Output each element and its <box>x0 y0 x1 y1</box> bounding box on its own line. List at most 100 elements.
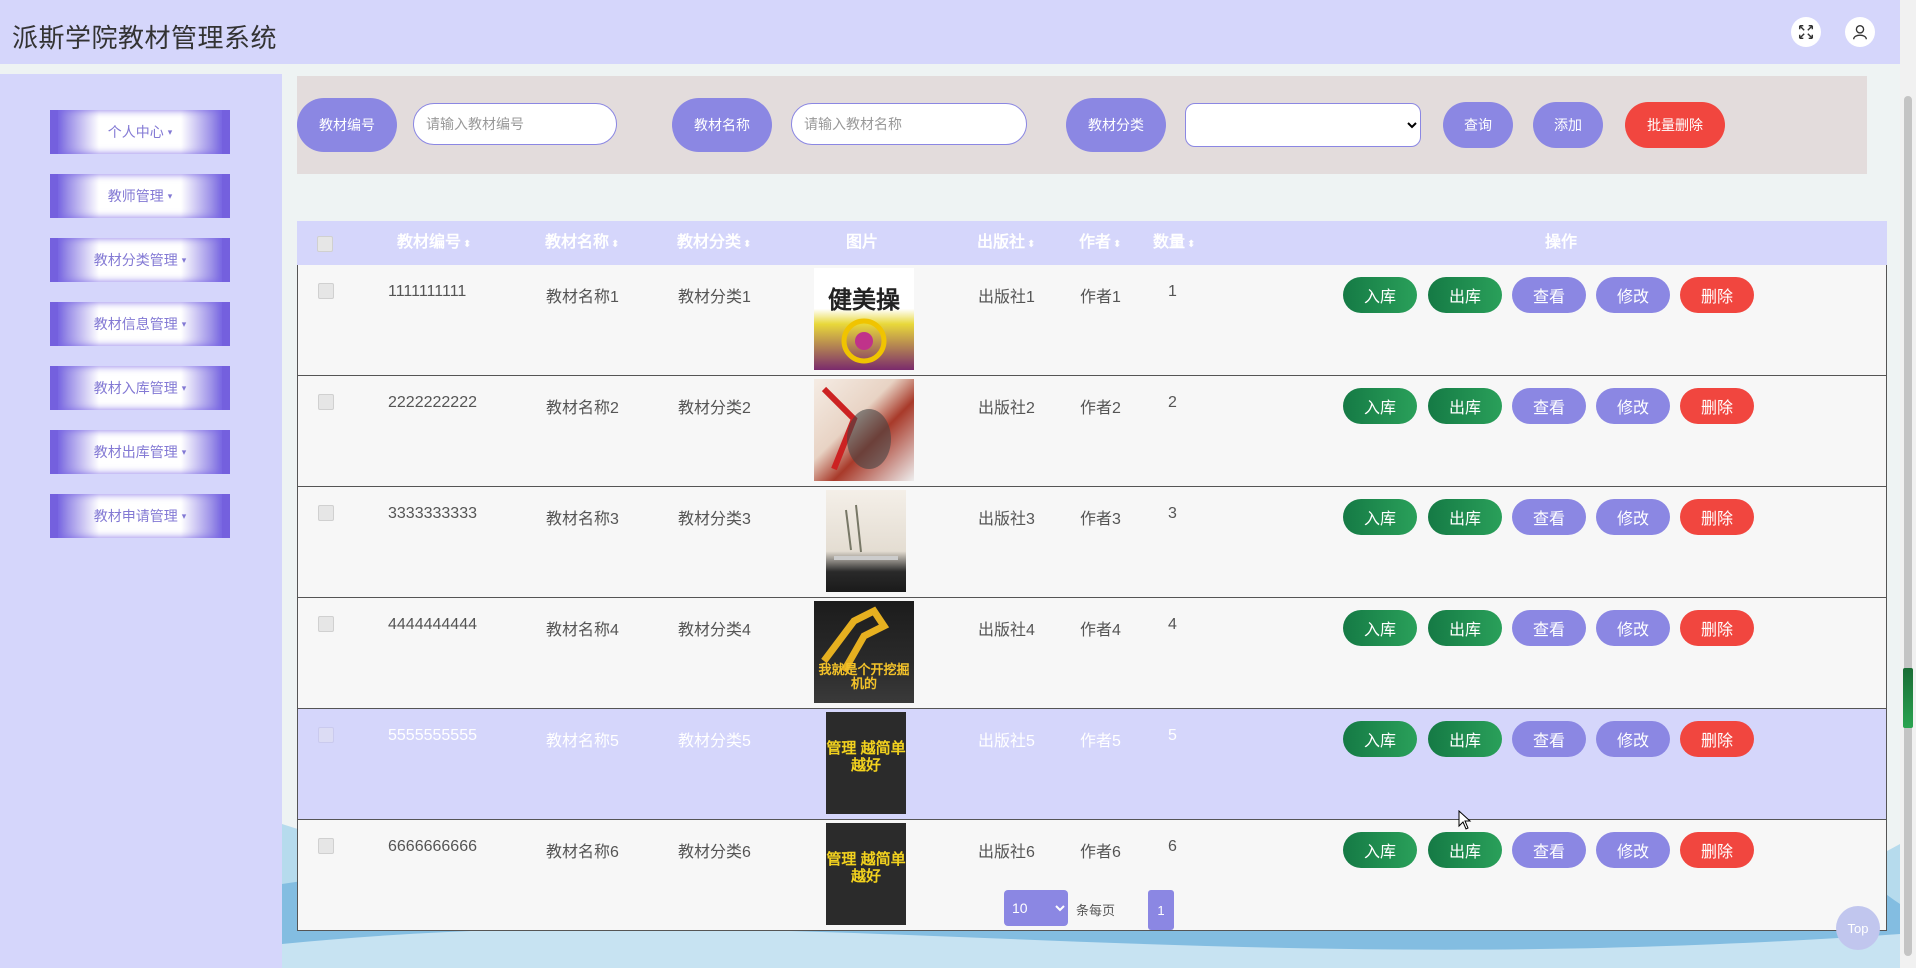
cell-publisher: 出版社6 <box>978 844 1035 861</box>
fullscreen-icon[interactable] <box>1791 17 1821 47</box>
page-size-select[interactable]: 10 <box>1004 890 1068 926</box>
row-checkbox[interactable] <box>318 838 334 854</box>
stock-out-button[interactable]: 出库 <box>1428 721 1502 757</box>
col-header-label: 教材分类 <box>677 234 742 251</box>
select-all-checkbox[interactable] <box>317 236 333 252</box>
delete-button[interactable]: 删除 <box>1680 610 1754 646</box>
stock-out-button[interactable]: 出库 <box>1428 499 1502 535</box>
edit-button[interactable]: 修改 <box>1596 832 1670 868</box>
stock-out-button[interactable]: 出库 <box>1428 832 1502 868</box>
edit-button[interactable]: 修改 <box>1596 610 1670 646</box>
edit-button[interactable]: 修改 <box>1596 277 1670 313</box>
page-number-button[interactable]: 1 <box>1148 890 1174 930</box>
table-row[interactable]: 4444444444 教材名称4 教材分类4 我就是个开挖掘机的 出版社4 作者… <box>297 598 1887 709</box>
col-header-code[interactable]: 教材编号 ⬍ <box>397 221 471 265</box>
sidebar-item-stock-in[interactable]: 教材入库管理 ▾ <box>50 366 230 410</box>
cell-quantity: 4 <box>1168 616 1177 633</box>
table-row[interactable]: 3333333333 教材名称3 教材分类3 出版社3 作者3 3 入库 出库 … <box>297 487 1887 598</box>
delete-button[interactable]: 删除 <box>1680 388 1754 424</box>
sidebar-item-textbook-info[interactable]: 教材信息管理 ▾ <box>50 302 230 346</box>
sort-icon: ⬍ <box>1113 239 1122 250</box>
view-button[interactable]: 查看 <box>1512 721 1586 757</box>
view-button[interactable]: 查看 <box>1512 499 1586 535</box>
add-button[interactable]: 添加 <box>1533 102 1603 148</box>
row-checkbox[interactable] <box>318 616 334 632</box>
scrollbar-thumb[interactable] <box>1904 96 1912 956</box>
stock-out-button[interactable]: 出库 <box>1428 610 1502 646</box>
book-cover-image[interactable]: 健美操 <box>814 268 914 370</box>
user-icon[interactable] <box>1845 17 1875 47</box>
sidebar-item-requests[interactable]: 教材申请管理 ▾ <box>50 494 230 538</box>
edit-button[interactable]: 修改 <box>1596 721 1670 757</box>
col-header-author[interactable]: 作者 ⬍ <box>1079 221 1121 265</box>
book-cover-image[interactable]: 管理 越简单越好 <box>826 823 906 925</box>
category-label: 教材分类 <box>1066 98 1166 152</box>
name-search-input[interactable] <box>791 103 1027 145</box>
category-select[interactable] <box>1185 103 1421 147</box>
batch-delete-button[interactable]: 批量删除 <box>1625 102 1725 148</box>
stock-in-button[interactable]: 入库 <box>1343 499 1417 535</box>
table-row[interactable]: 5555555555 教材名称5 教材分类5 管理 越简单越好 出版社5 作者5… <box>297 709 1887 820</box>
chevron-down-icon: ▾ <box>181 382 187 393</box>
back-to-top-button[interactable]: Top <box>1836 906 1880 950</box>
book-cover-image[interactable]: 管理 越简单越好 <box>826 712 906 814</box>
col-header-image: 图片 <box>846 234 879 251</box>
query-button[interactable]: 查询 <box>1443 102 1513 148</box>
stock-in-button[interactable]: 入库 <box>1343 832 1417 868</box>
sort-icon: ⬍ <box>463 239 472 250</box>
book-cover-title: 管理 越简单越好 <box>826 851 906 885</box>
delete-button[interactable]: 删除 <box>1680 832 1754 868</box>
cell-category: 教材分类3 <box>678 511 751 528</box>
cell-quantity: 3 <box>1168 505 1177 522</box>
row-checkbox[interactable] <box>318 727 334 743</box>
edit-button[interactable]: 修改 <box>1596 499 1670 535</box>
sidebar-item-teachers[interactable]: 教师管理 ▾ <box>50 174 230 218</box>
cell-category: 教材分类1 <box>678 289 751 306</box>
cell-publisher: 出版社4 <box>978 622 1035 639</box>
stock-in-button[interactable]: 入库 <box>1343 721 1417 757</box>
name-label: 教材名称 <box>672 98 772 152</box>
scrollbar-marker <box>1903 668 1913 728</box>
view-button[interactable]: 查看 <box>1512 277 1586 313</box>
stock-in-button[interactable]: 入库 <box>1343 388 1417 424</box>
view-button[interactable]: 查看 <box>1512 610 1586 646</box>
delete-button[interactable]: 删除 <box>1680 721 1754 757</box>
row-checkbox[interactable] <box>318 283 334 299</box>
cell-category: 教材分类5 <box>678 733 751 750</box>
col-header-publisher[interactable]: 出版社 ⬍ <box>977 221 1035 265</box>
view-button[interactable]: 查看 <box>1512 832 1586 868</box>
col-header-category[interactable]: 教材分类 ⬍ <box>677 221 751 265</box>
table-row[interactable]: 1111111111 教材名称1 教材分类1 健美操 出版社1 作者1 1 入库… <box>297 265 1887 376</box>
stock-in-button[interactable]: 入库 <box>1343 610 1417 646</box>
book-cover-image[interactable] <box>826 490 906 592</box>
sidebar-item-personal-center[interactable]: 个人中心 ▾ <box>50 110 230 154</box>
sort-icon: ⬍ <box>1187 239 1196 250</box>
view-button[interactable]: 查看 <box>1512 388 1586 424</box>
code-search-input[interactable] <box>413 103 617 145</box>
sidebar-item-label: 教材信息管理 <box>93 316 178 332</box>
book-cover-title: 管理 越简单越好 <box>826 740 906 774</box>
edit-button[interactable]: 修改 <box>1596 388 1670 424</box>
book-cover-image[interactable]: 我就是个开挖掘机的 <box>814 601 914 703</box>
stock-out-button[interactable]: 出库 <box>1428 277 1502 313</box>
table-row[interactable]: 2222222222 教材名称2 教材分类2 出版社2 作者2 2 入库 出库 … <box>297 376 1887 487</box>
row-checkbox[interactable] <box>318 394 334 410</box>
sidebar-item-categories[interactable]: 教材分类管理 ▾ <box>50 238 230 282</box>
delete-button[interactable]: 删除 <box>1680 277 1754 313</box>
book-cover-image[interactable] <box>814 379 914 481</box>
stock-in-button[interactable]: 入库 <box>1343 277 1417 313</box>
sidebar-item-label: 教材分类管理 <box>93 252 178 268</box>
row-checkbox[interactable] <box>318 505 334 521</box>
cell-name: 教材名称4 <box>546 622 619 639</box>
delete-button[interactable]: 删除 <box>1680 499 1754 535</box>
sidebar-item-stock-out[interactable]: 教材出库管理 ▾ <box>50 430 230 474</box>
page-scrollbar[interactable] <box>1900 0 1916 968</box>
col-header-name[interactable]: 教材名称 ⬍ <box>545 221 619 265</box>
cell-code: 1111111111 <box>388 283 467 300</box>
cell-quantity: 1 <box>1168 283 1177 300</box>
cell-name: 教材名称3 <box>546 511 619 528</box>
stock-out-button[interactable]: 出库 <box>1428 388 1502 424</box>
sidebar-item-label: 个人中心 <box>107 124 164 140</box>
col-header-label: 教材编号 <box>397 234 462 251</box>
col-header-quantity[interactable]: 数量 ⬍ <box>1153 221 1195 265</box>
